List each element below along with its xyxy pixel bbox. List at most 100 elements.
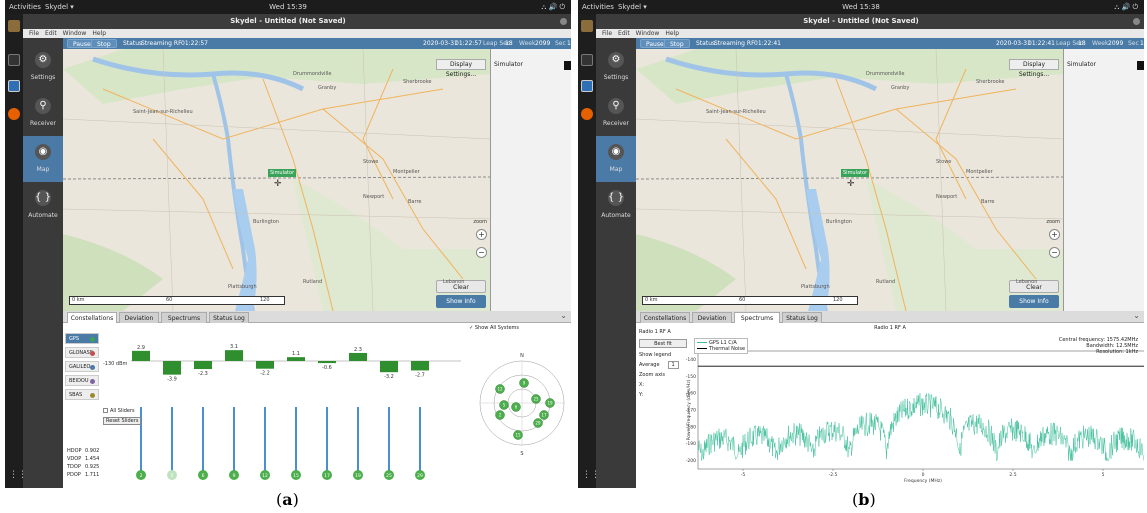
clock[interactable]: Wed 15:39: [5, 0, 571, 14]
power-bar[interactable]: [256, 361, 274, 369]
nav-item-receiver[interactable]: ⚲ Receiver: [23, 90, 63, 136]
tab-deviation[interactable]: Deviation: [119, 312, 159, 323]
chevron-down-icon[interactable]: ⌄: [560, 311, 567, 320]
power-bar[interactable]: [132, 350, 150, 361]
zoom-out-button[interactable]: −: [1049, 247, 1060, 258]
menu-item[interactable]: Window: [63, 30, 87, 37]
simulator-marker[interactable]: Simulator: [841, 169, 870, 177]
show-all-systems-checkbox[interactable]: ✓ Show All Systems: [469, 325, 519, 331]
tab-spectrums[interactable]: Spectrums: [161, 312, 207, 323]
panel-close-icon[interactable]: [564, 61, 571, 70]
menu-item[interactable]: Edit: [45, 30, 57, 37]
left-nav: ⚙ Settings ⚲ Receiver ◉ Map { } Automate: [596, 38, 636, 488]
status-dot-icon: [90, 365, 95, 370]
map-view[interactable]: Simulator ✛ Display Settings... zoom + −…: [636, 49, 1064, 311]
system-tray[interactable]: ⛬ 🔊 ⏻: [541, 0, 565, 14]
power-bar[interactable]: [380, 361, 398, 373]
menu-item[interactable]: Edit: [618, 30, 630, 37]
all-sliders-checkbox[interactable]: All Sliders: [103, 408, 141, 414]
simulator-marker[interactable]: Simulator: [268, 169, 297, 177]
system-tray[interactable]: ⛬ 🔊 ⏻: [1114, 0, 1138, 14]
menu-item[interactable]: Help: [92, 30, 106, 37]
legend-entry: Thermal Noise: [697, 346, 745, 352]
spectrum-info: Central frequency: 1575.42MHz Bandwidth: …: [1059, 337, 1138, 355]
show-apps-icon[interactable]: ⋮⋮⋮: [9, 470, 36, 480]
tab-deviation[interactable]: Deviation: [692, 312, 732, 323]
power-bar[interactable]: [411, 361, 429, 371]
clock[interactable]: Wed 15:38: [578, 0, 1144, 14]
menu-item[interactable]: File: [602, 30, 612, 37]
tab-constellations[interactable]: Constellations: [67, 312, 117, 323]
skydel-icon[interactable]: [8, 80, 20, 92]
menu-item[interactable]: Help: [665, 30, 679, 37]
firefox-icon[interactable]: [8, 108, 20, 120]
menubar: File Edit Window Help: [23, 29, 571, 38]
window-titlebar: Skydel - Untitled (Not Saved): [578, 14, 1144, 29]
prn-label: 6: [202, 473, 205, 479]
tab-status-log[interactable]: Status Log: [209, 312, 249, 323]
menu-item[interactable]: File: [29, 30, 39, 37]
constellation-glonass[interactable]: GLONASS: [65, 347, 99, 358]
panel-close-icon[interactable]: [1137, 61, 1144, 70]
nav-item-settings[interactable]: ⚙ Settings: [23, 44, 63, 90]
nav-item-receiver[interactable]: ⚲ Receiver: [596, 90, 636, 136]
show-apps-icon[interactable]: ⋮⋮⋮: [582, 470, 609, 480]
stop-button[interactable]: Stop: [664, 39, 690, 48]
terminal-icon[interactable]: [581, 54, 593, 66]
power-bar[interactable]: [163, 361, 181, 375]
tab-constellations[interactable]: Constellations: [640, 312, 690, 323]
satellite-prn: 9: [523, 381, 526, 386]
week-value: 2099: [1108, 40, 1124, 47]
power-bar[interactable]: [287, 357, 305, 361]
files-icon[interactable]: [581, 20, 593, 32]
constellation-gps[interactable]: GPS: [65, 333, 99, 344]
constellation-beidou[interactable]: BEIDOU: [65, 375, 99, 386]
close-icon[interactable]: [1133, 18, 1140, 25]
map-place-label: Plattsburgh: [801, 284, 830, 290]
menu-item[interactable]: Window: [636, 30, 660, 37]
nav-item-automate[interactable]: { } Automate: [23, 182, 63, 228]
tab-status-log[interactable]: Status Log: [782, 312, 822, 323]
power-bar[interactable]: [225, 350, 243, 361]
zoom-in-button[interactable]: +: [1049, 229, 1060, 240]
constellation-galileo[interactable]: GALILEO: [65, 361, 99, 372]
zoom-in-button[interactable]: +: [476, 229, 487, 240]
reset-sliders-button[interactable]: Reset Sliders: [103, 417, 142, 425]
caption-a: (a): [276, 490, 299, 509]
satellite-prn: 15: [515, 433, 521, 438]
tab-spectrums[interactable]: Spectrums: [734, 312, 780, 323]
power-bar[interactable]: [194, 361, 212, 370]
map-view[interactable]: Simulator ✛ Display Settings... zoom + −…: [63, 49, 491, 311]
scale-start: 0 km: [645, 297, 658, 303]
prn-label: 9: [233, 473, 236, 479]
spectrum-legend: GPS L1 C/A Thermal Noise: [694, 338, 749, 354]
files-icon[interactable]: [8, 20, 20, 32]
firefox-icon[interactable]: [581, 108, 593, 120]
dop-row: TDOP 0.925: [67, 463, 99, 471]
skydel-icon[interactable]: [581, 80, 593, 92]
display-settings-button[interactable]: Display Settings...: [436, 59, 486, 78]
checkbox-icon[interactable]: [103, 408, 108, 413]
y-tick-label: -140: [686, 357, 696, 363]
nav-item-automate[interactable]: { } Automate: [596, 182, 636, 228]
close-icon[interactable]: [560, 18, 567, 25]
nav-item-map[interactable]: ◉ Map: [23, 136, 63, 182]
chevron-down-icon[interactable]: ⌄: [1133, 311, 1140, 320]
constellation-sbas[interactable]: SBAS: [65, 389, 99, 400]
simulator-panel: Simulator: [1064, 49, 1144, 311]
stop-button[interactable]: Stop: [91, 39, 117, 48]
show-info-button[interactable]: Show Info: [436, 295, 486, 308]
map-place-label: Sherbrooke: [976, 79, 1005, 85]
zoom-out-button[interactable]: −: [476, 247, 487, 258]
terminal-icon[interactable]: [8, 54, 20, 66]
power-bar[interactable]: [318, 361, 336, 364]
nav-item-map[interactable]: ◉ Map: [596, 136, 636, 182]
map-place-label: Newport: [936, 194, 958, 200]
power-bar[interactable]: [349, 352, 367, 361]
display-settings-button[interactable]: Display Settings...: [1009, 59, 1059, 78]
prn-label: 2: [140, 473, 143, 479]
nav-item-settings[interactable]: ⚙ Settings: [596, 44, 636, 90]
constellation-name: GPS: [69, 336, 80, 342]
show-info-button[interactable]: Show Info: [1009, 295, 1059, 308]
left-nav: ⚙ Settings ⚲ Receiver ◉ Map { } Automate: [23, 38, 63, 488]
